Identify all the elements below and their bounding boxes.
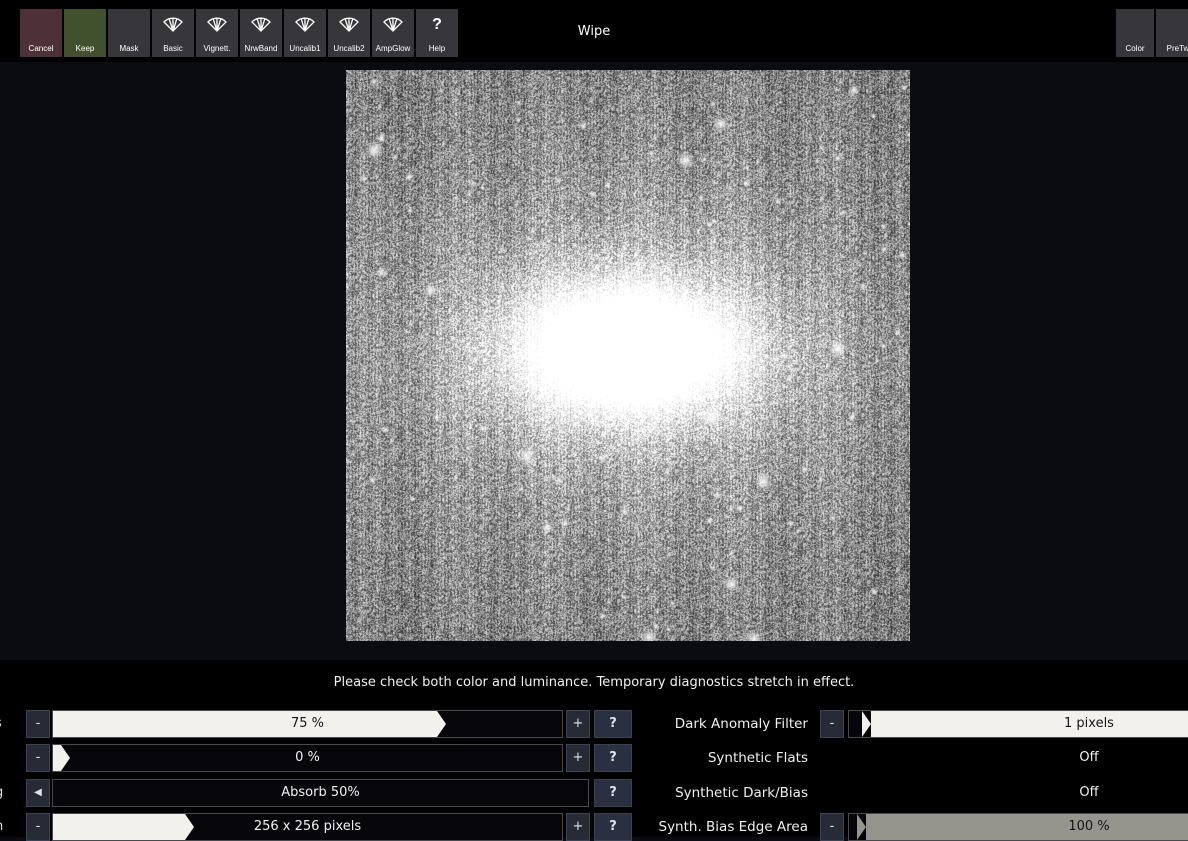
toolbar: Cancel Keep Mask Basic Vignett. NrwBand …	[0, 0, 1188, 62]
uncalib2-button[interactable]: Uncalib2	[328, 9, 370, 57]
param-label: Dark Anomaly Filter	[674, 716, 808, 732]
toolbar-right-group: Color PreTw	[1116, 9, 1188, 57]
param-row-dark-anomaly-filter: Dark Anomaly Filter - 1 pixels	[0, 710, 1188, 738]
wipe-fan-icon	[240, 14, 282, 32]
narrowband-button-label: NrwBand	[244, 44, 278, 53]
astro-image-preview[interactable]	[346, 70, 910, 641]
wipe-fan-icon	[328, 14, 370, 32]
uncalib2-button-label: Uncalib2	[333, 44, 365, 53]
param-value: Off	[1079, 785, 1099, 800]
param-label: Synthetic Dark/Bias	[675, 785, 808, 801]
color-button-label: Color	[1125, 44, 1145, 53]
wipe-fan-icon	[372, 14, 414, 32]
question-mark-icon: ?	[432, 16, 442, 33]
help-button[interactable]: ? Help	[416, 9, 458, 57]
param-label: Synthetic Flats	[707, 750, 808, 766]
keep-button[interactable]: Keep	[64, 9, 106, 57]
cancel-button[interactable]: Cancel	[20, 9, 62, 57]
toolbar-left-group: Cancel Keep Mask Basic Vignett. NrwBand …	[20, 9, 458, 57]
control-panel: Please check both color and luminance. T…	[0, 660, 1188, 841]
value-display[interactable]: Off	[848, 744, 1188, 772]
uncalib1-button[interactable]: Uncalib1	[284, 9, 326, 57]
basic-button-label: Basic	[163, 44, 183, 53]
param-row-synthetic-flats: Synthetic Flats Off	[0, 744, 1188, 772]
slider-value: 100 %	[1068, 819, 1110, 834]
basic-button[interactable]: Basic	[152, 9, 194, 57]
status-message: Please check both color and luminance. T…	[333, 675, 855, 690]
mask-button-label: Mask	[119, 44, 139, 53]
param-value: Off	[1079, 750, 1099, 765]
vignetting-button-label: Vignett.	[203, 44, 231, 53]
ampglow-button[interactable]: AmpGlow	[372, 9, 414, 57]
wipe-fan-icon	[152, 14, 194, 32]
ampglow-button-label: AmpGlow	[375, 44, 411, 53]
color-button[interactable]: Color	[1116, 9, 1154, 57]
pretweak-button-label: PreTw	[1166, 44, 1188, 53]
value-display[interactable]: Off	[848, 779, 1188, 807]
wipe-fan-icon	[284, 14, 326, 32]
wipe-fan-icon	[196, 14, 238, 32]
uncalib1-button-label: Uncalib1	[289, 44, 321, 53]
decrease-button[interactable]: -	[820, 710, 844, 738]
cancel-button-label: Cancel	[28, 44, 54, 53]
param-row-synthetic-dark-bias: Synthetic Dark/Bias Off	[0, 779, 1188, 807]
keep-button-label: Keep	[75, 44, 95, 53]
vignetting-button[interactable]: Vignett.	[196, 9, 238, 57]
pretweak-button[interactable]: PreTw	[1156, 9, 1188, 57]
mask-button[interactable]: Mask	[108, 9, 150, 57]
slider-track[interactable]: 1 pixels	[848, 710, 1188, 738]
narrowband-button[interactable]: NrwBand	[240, 9, 282, 57]
help-button-label: Help	[428, 44, 446, 53]
slider-value: 1 pixels	[1064, 716, 1114, 731]
